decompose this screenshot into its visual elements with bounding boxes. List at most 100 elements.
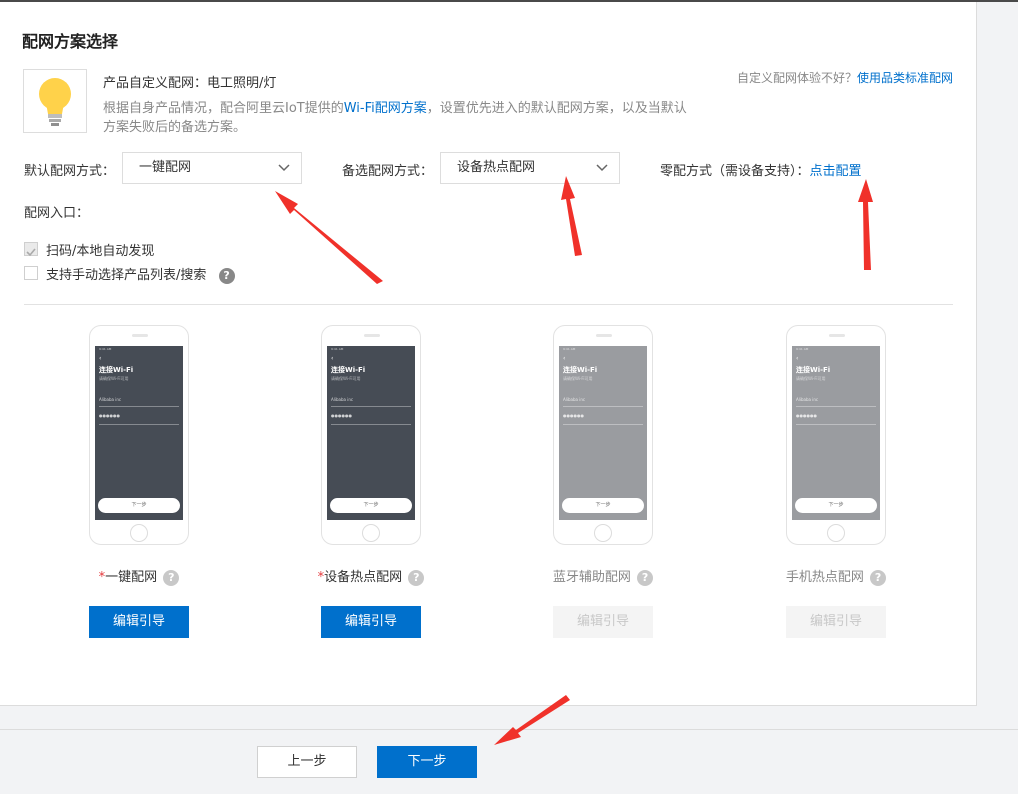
phone-home-button (827, 524, 845, 542)
edit-guide-button[interactable]: 编辑引导 (786, 606, 886, 638)
zero-config-label: 零配方式（需设备支持）： (660, 164, 810, 179)
next-step-button[interactable]: 下一步 (377, 746, 477, 778)
check-icon (26, 248, 36, 257)
screen-subtitle: 请确保Wi-Fi可用 (563, 376, 593, 381)
help-icon[interactable]: ? (163, 569, 180, 586)
card-label: *设备热点配网 ? (301, 566, 441, 586)
screen-divider (99, 406, 179, 407)
entry-label: 配网入口： (24, 206, 90, 221)
screen-next-button: 下一步 (330, 498, 412, 513)
screen-divider (796, 406, 876, 407)
card-label: 蓝牙辅助配网 ? (533, 566, 673, 586)
product-name: 电工照明/灯 (207, 76, 277, 91)
screen-password: ●●●●●● (331, 413, 352, 418)
manual-select-label: 支持手动选择产品列表/搜索 (46, 268, 207, 283)
help-icon[interactable]: ? (408, 569, 425, 586)
screen-ssid: Alibaba inc (331, 397, 354, 402)
backup-method-label: 备选配网方式： (342, 164, 434, 179)
standard-config-link[interactable]: 使用品类标准配网 (857, 71, 953, 85)
screen-ssid: Alibaba inc (796, 397, 819, 402)
divider (24, 304, 953, 305)
default-method-value: 一键配网 (139, 160, 192, 175)
screen-title: 连接Wi-Fi (563, 366, 598, 374)
phone-screen: 9:41 AM ‹ 连接Wi-Fi 请确保Wi-Fi可用 Alibaba inc… (327, 346, 415, 520)
back-icon: ‹ (563, 355, 566, 362)
phone-screen: 9:41 AM ‹ 连接Wi-Fi 请确保Wi-Fi可用 Alibaba inc… (95, 346, 183, 520)
screen-next-button: 下一步 (98, 498, 180, 513)
card-label: *一键配网 ? (69, 566, 209, 586)
edit-guide-button[interactable]: 编辑引导 (553, 606, 653, 638)
card-title: 蓝牙辅助配网 (552, 570, 631, 585)
screen-ssid: Alibaba inc (563, 397, 586, 402)
default-method-select[interactable]: 一键配网 (122, 152, 302, 184)
card-label: 手机热点配网 ? (766, 566, 906, 586)
config-panel: 配网方案选择 产品自定义配网：电工照明/灯 根据自身产品情况，配合阿里云IoT提… (0, 2, 977, 706)
screen-subtitle: 请确保Wi-Fi可用 (796, 376, 826, 381)
chevron-down-icon (278, 164, 290, 172)
card-title: 手机热点配网 (785, 570, 864, 585)
phone-speaker (132, 334, 148, 337)
phone-preview: 9:41 AM ‹ 连接Wi-Fi 请确保Wi-Fi可用 Alibaba inc… (553, 325, 653, 545)
phone-speaker (596, 334, 612, 337)
screen-divider (563, 406, 643, 407)
help-icon[interactable]: ? (218, 267, 235, 284)
screen-title: 连接Wi-Fi (99, 366, 134, 374)
screen-status: 9:41 AM (99, 347, 112, 351)
phone-preview: 9:41 AM ‹ 连接Wi-Fi 请确保Wi-Fi可用 Alibaba inc… (89, 325, 189, 545)
screen-divider (99, 424, 179, 425)
screen-password: ●●●●●● (563, 413, 584, 418)
screen-next-button: 下一步 (795, 498, 877, 513)
help-icon[interactable]: ? (637, 569, 654, 586)
scan-discovery-checkbox[interactable] (24, 242, 38, 257)
zero-config-line: 零配方式（需设备支持）：点击配置 (660, 160, 862, 179)
scan-discovery-label: 扫码/本地自动发现 (46, 244, 155, 259)
prev-step-button[interactable]: 上一步 (257, 746, 357, 778)
phone-speaker (364, 334, 380, 337)
product-description: 根据自身产品情况，配合阿里云IoT提供的Wi-Fi配网方案，设置优先进入的默认配… (103, 99, 693, 137)
product-info: 产品自定义配网：电工照明/灯 (103, 72, 276, 91)
screen-subtitle: 请确保Wi-Fi可用 (99, 376, 129, 381)
screen-title: 连接Wi-Fi (796, 366, 831, 374)
phone-home-button (594, 524, 612, 542)
edit-guide-button[interactable]: 编辑引导 (89, 606, 189, 638)
back-icon: ‹ (99, 355, 102, 362)
lightbulb-icon (23, 69, 87, 133)
standard-config-prompt: 自定义配网体验不好？ (736, 71, 857, 85)
backup-method-select[interactable]: 设备热点配网 (440, 152, 620, 184)
phone-preview: 9:41 AM ‹ 连接Wi-Fi 请确保Wi-Fi可用 Alibaba inc… (321, 325, 421, 545)
wifi-solution-link[interactable]: Wi-Fi配网方案 (344, 101, 427, 116)
card-title: 一键配网 (105, 570, 158, 585)
phone-screen: 9:41 AM ‹ 连接Wi-Fi 请确保Wi-Fi可用 Alibaba inc… (792, 346, 880, 520)
zero-config-link[interactable]: 点击配置 (810, 164, 862, 179)
footer-divider (0, 729, 1018, 730)
screen-divider (331, 424, 411, 425)
desc-text-1: 根据自身产品情况，配合阿里云IoT提供的 (103, 101, 344, 116)
screen-divider (796, 424, 876, 425)
help-icon[interactable]: ? (870, 569, 887, 586)
screen-status: 9:41 AM (331, 347, 344, 351)
default-method-label: 默认配网方式： (24, 164, 116, 179)
chevron-down-icon (596, 164, 608, 172)
screen-password: ●●●●●● (99, 413, 120, 418)
screen-next-button: 下一步 (562, 498, 644, 513)
manual-select-option: 支持手动选择产品列表/搜索 ? (46, 264, 235, 284)
page-title: 配网方案选择 (22, 32, 119, 51)
phone-home-button (362, 524, 380, 542)
manual-select-checkbox[interactable] (24, 266, 38, 280)
back-icon: ‹ (796, 355, 799, 362)
phone-speaker (829, 334, 845, 337)
backup-method-value: 设备热点配网 (457, 160, 536, 175)
phone-home-button (130, 524, 148, 542)
edit-guide-button[interactable]: 编辑引导 (321, 606, 421, 638)
screen-ssid: Alibaba inc (99, 397, 122, 402)
standard-config-hint: 自定义配网体验不好？使用品类标准配网 (737, 69, 953, 86)
card-title: 设备热点配网 (324, 570, 403, 585)
screen-subtitle: 请确保Wi-Fi可用 (331, 376, 361, 381)
phone-preview: 9:41 AM ‹ 连接Wi-Fi 请确保Wi-Fi可用 Alibaba inc… (786, 325, 886, 545)
product-prefix: 产品自定义配网： (103, 76, 208, 91)
screen-status: 9:41 AM (563, 347, 576, 351)
screen-divider (563, 424, 643, 425)
back-icon: ‹ (331, 355, 334, 362)
screen-password: ●●●●●● (796, 413, 817, 418)
phone-screen: 9:41 AM ‹ 连接Wi-Fi 请确保Wi-Fi可用 Alibaba inc… (559, 346, 647, 520)
